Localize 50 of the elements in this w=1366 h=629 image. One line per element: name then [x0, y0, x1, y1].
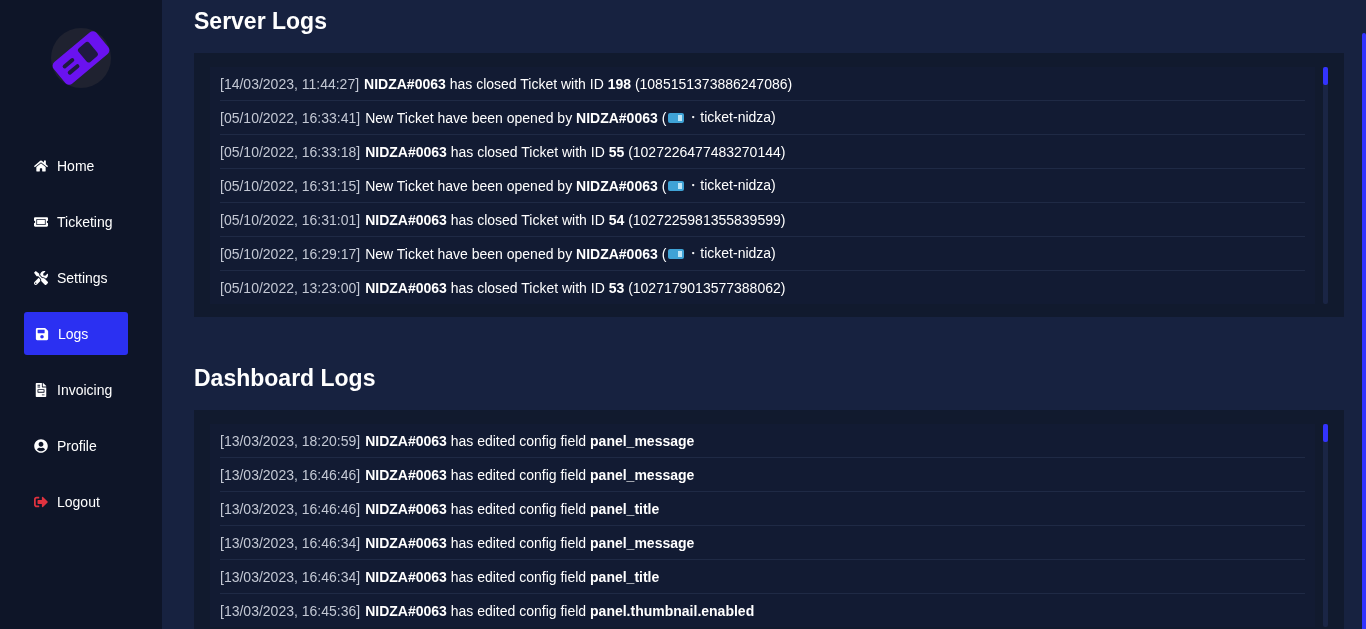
log-message: NIDZA#0063 has closed Ticket with ID 54 (1027225981355839599) [365, 211, 786, 228]
ticket-icon [34, 214, 48, 229]
log-timestamp: [05/10/2022, 16:31:15] [220, 177, 361, 194]
document-icon [34, 382, 48, 397]
channel-name: ・ticket-nidza) [686, 244, 776, 263]
channel-name: ・ticket-nidza) [686, 176, 776, 195]
log-timestamp: [05/10/2022, 13:23:00] [220, 279, 361, 296]
nav-item[interactable]: Logs [24, 312, 128, 355]
ticket-icon [668, 180, 685, 191]
scrollbar[interactable] [1323, 424, 1328, 627]
ticket-icon [668, 112, 685, 123]
log-timestamp: [13/03/2023, 16:46:46] [220, 500, 361, 517]
log-timestamp: [05/10/2022, 16:33:18] [220, 143, 361, 160]
nav-item[interactable]: Profile [24, 424, 128, 467]
log-message: NIDZA#0063 has closed Ticket with ID 198 (1085151373886247086) [364, 75, 793, 92]
section-title: Dashboard Logs [194, 364, 377, 392]
nav-item[interactable]: Settings [24, 256, 128, 299]
log-timestamp: [13/03/2023, 16:46:46] [220, 466, 361, 483]
channel-name: ・ticket-nidza) [686, 108, 776, 127]
log-message: NIDZA#0063 has edited config field panel_title [365, 500, 660, 517]
log-message: NIDZA#0063 has edited config field panel_message [365, 432, 695, 449]
home-icon [34, 158, 48, 173]
page-scrollbar[interactable] [1362, 33, 1366, 629]
nav-item[interactable]: Logout [24, 480, 128, 523]
log-timestamp: [13/03/2023, 16:46:34] [220, 534, 361, 551]
log-message: NIDZA#0063 has edited config field panel_message [365, 534, 695, 551]
log-message: NIDZA#0063 has edited config field panel_title [365, 568, 660, 585]
log-message: NIDZA#0063 has closed Ticket with ID 55 (1027226477483270144) [365, 143, 786, 160]
nav-item[interactable]: Ticketing [24, 200, 128, 243]
log-message: NIDZA#0063 has closed Ticket with ID 53 (1027179013577388062) [365, 279, 786, 296]
log-timestamp: [14/03/2023, 11:44:27] [220, 75, 360, 92]
log-timestamp: [05/10/2022, 16:33:41] [220, 109, 361, 126]
section-title: Server Logs [194, 7, 328, 35]
log-timestamp: [05/10/2022, 16:29:17] [220, 245, 361, 262]
logout-icon [34, 494, 48, 509]
log-timestamp: [13/03/2023, 18:20:59] [220, 432, 361, 449]
log-message: New Ticket have been opened by NIDZA#0063 ( [365, 109, 667, 126]
ticket-icon [668, 248, 685, 259]
log-timestamp: [13/03/2023, 16:45:36] [220, 602, 361, 619]
log-message: NIDZA#0063 has edited config field panel.thumbnail.enabled [365, 602, 755, 619]
user-icon [34, 438, 48, 453]
scrollbar[interactable] [1323, 67, 1328, 304]
log-timestamp: [13/03/2023, 16:46:34] [220, 568, 361, 585]
log-message: New Ticket have been opened by NIDZA#0063 ( [365, 245, 667, 262]
nav-item[interactable]: Home [24, 144, 128, 187]
log-timestamp: [05/10/2022, 16:31:01] [220, 211, 361, 228]
nav-item[interactable]: Invoicing [24, 368, 128, 411]
log-message: New Ticket have been opened by NIDZA#0063 ( [365, 177, 667, 194]
log-message: NIDZA#0063 has edited config field panel_message [365, 466, 695, 483]
tools-icon [34, 270, 48, 285]
